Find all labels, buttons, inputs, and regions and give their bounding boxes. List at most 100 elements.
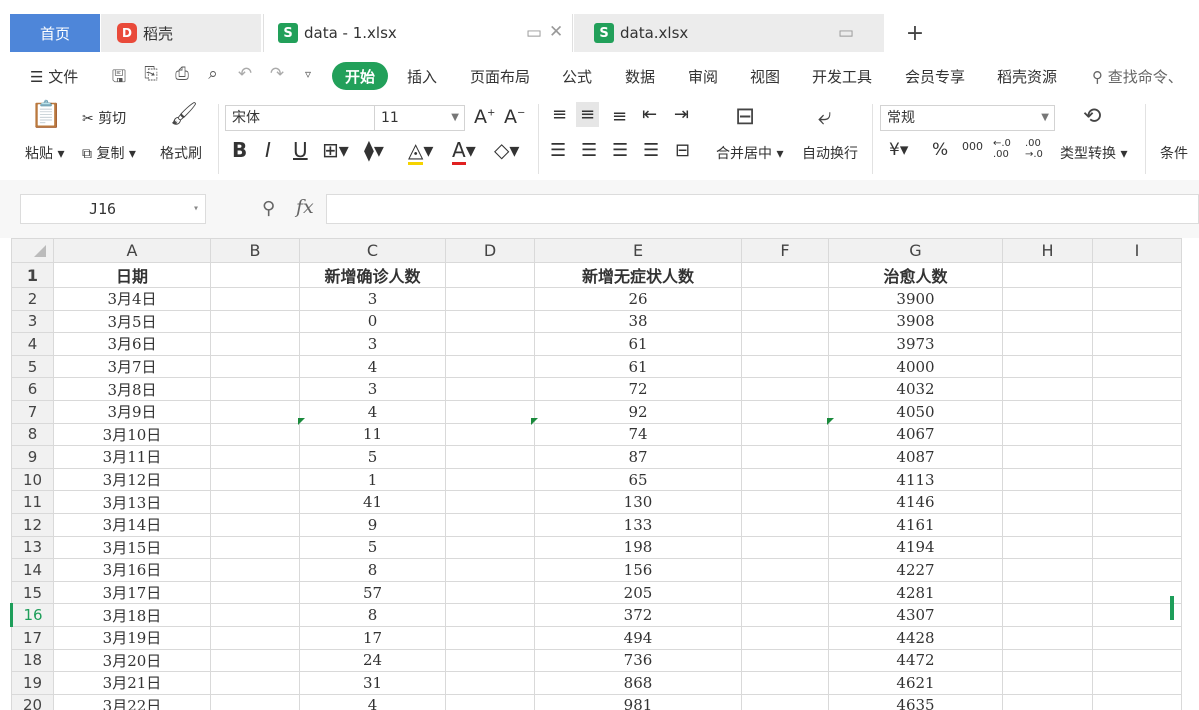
cell[interactable] (445, 445, 535, 469)
cell[interactable] (741, 377, 829, 401)
cell[interactable] (1002, 467, 1093, 492)
cell[interactable] (741, 671, 829, 695)
cell[interactable]: 3月5日 (53, 309, 211, 334)
cell[interactable] (741, 445, 829, 469)
cell[interactable]: 3月20日 (53, 648, 211, 673)
column-header[interactable]: G (828, 238, 1003, 263)
cell[interactable]: 3月8日 (53, 377, 211, 401)
cell[interactable] (210, 377, 300, 401)
row-header[interactable]: 7 (11, 399, 54, 424)
row-header[interactable]: 6 (11, 377, 54, 401)
cell[interactable] (210, 309, 300, 334)
cell[interactable] (445, 625, 535, 650)
tab-home[interactable]: 首页 (10, 14, 100, 52)
tab-start[interactable]: 开始 (332, 62, 388, 90)
row-header[interactable]: 9 (11, 445, 54, 469)
cell[interactable]: 4032 (828, 377, 1003, 401)
cell[interactable]: 3908 (828, 309, 1003, 334)
increase-decimal-icon[interactable]: ←.0.00 (993, 138, 1011, 160)
cell[interactable] (445, 671, 535, 695)
cell[interactable]: 3月18日 (53, 603, 211, 627)
row-header[interactable]: 5 (11, 354, 54, 379)
cell[interactable] (445, 467, 535, 492)
font-name-select[interactable]: 宋体 (225, 105, 375, 131)
cell[interactable]: 61 (534, 354, 742, 379)
cell[interactable] (1092, 309, 1182, 334)
cell[interactable]: 3900 (828, 287, 1003, 311)
cell[interactable] (1092, 671, 1182, 695)
cell[interactable]: 新增无症状人数 (534, 262, 742, 288)
cell[interactable]: 11 (299, 422, 446, 447)
cell[interactable] (210, 558, 300, 582)
clear-icon[interactable]: ◇▾ (494, 138, 519, 162)
align-middle-icon[interactable]: ≡ (576, 102, 600, 127)
italic-button[interactable]: I (265, 138, 271, 162)
cell[interactable]: 3月11日 (53, 445, 211, 469)
cell[interactable]: 26 (534, 287, 742, 311)
cell[interactable] (1002, 377, 1093, 401)
tab-file-data[interactable]: Sdata.xlsx ▭ (574, 14, 884, 52)
cell[interactable]: 868 (534, 671, 742, 695)
save-icon[interactable]: 🖫 (108, 64, 130, 87)
cell[interactable] (210, 512, 300, 537)
convert-icon[interactable]: ⟲ (1083, 104, 1101, 129)
wrap-text-button[interactable]: 自动换行 (802, 143, 858, 163)
cell[interactable]: 72 (534, 377, 742, 401)
cell[interactable]: 3 (299, 377, 446, 401)
cell[interactable]: 130 (534, 490, 742, 514)
cell[interactable]: 3月6日 (53, 332, 211, 356)
cell[interactable] (445, 332, 535, 356)
row-header[interactable]: 16 (10, 603, 54, 627)
tab-data[interactable]: 数据 (625, 66, 655, 87)
cell[interactable]: 3月7日 (53, 354, 211, 379)
cell[interactable] (1092, 490, 1182, 514)
cell[interactable]: 4161 (828, 512, 1003, 537)
cell[interactable]: 4194 (828, 535, 1003, 560)
cell[interactable]: 133 (534, 512, 742, 537)
cell[interactable] (445, 558, 535, 582)
cell[interactable] (741, 262, 829, 288)
thousands-button[interactable]: 000 (962, 140, 983, 153)
cell[interactable]: 736 (534, 648, 742, 673)
export-icon[interactable]: ⎘ (140, 64, 162, 86)
wrap-text-icon[interactable]: ⤶ (818, 102, 831, 130)
cell[interactable]: 3973 (828, 332, 1003, 356)
cell[interactable]: 4227 (828, 558, 1003, 582)
cell[interactable]: 3月19日 (53, 625, 211, 650)
row-header[interactable]: 20 (11, 693, 54, 710)
cell[interactable] (445, 648, 535, 673)
cell[interactable] (741, 332, 829, 356)
cell[interactable] (1092, 354, 1182, 379)
cell[interactable] (741, 287, 829, 311)
cell[interactable] (445, 603, 535, 627)
align-center-icon[interactable]: ☰ (581, 140, 597, 161)
command-search[interactable]: ⚲ 查找命令、 (1092, 66, 1183, 87)
increase-indent-icon[interactable]: ⇥ (674, 104, 689, 125)
border-icon[interactable]: ⊞▾ (322, 138, 349, 162)
cell[interactable]: 4621 (828, 671, 1003, 695)
decrease-font-icon[interactable]: A− (504, 106, 525, 128)
paste-button[interactable]: 粘贴 ▾ (25, 143, 64, 163)
cell[interactable] (1092, 445, 1182, 469)
cell[interactable]: 4 (299, 354, 446, 379)
cell[interactable] (741, 309, 829, 334)
merge-center-button[interactable]: 合并居中 ▾ (716, 143, 783, 163)
cell[interactable]: 17 (299, 625, 446, 650)
cell[interactable]: 9 (299, 512, 446, 537)
cell[interactable]: 3月4日 (53, 287, 211, 311)
pin-icon[interactable]: ▭ (526, 23, 542, 43)
cell[interactable]: 4472 (828, 648, 1003, 673)
cell[interactable]: 3月10日 (53, 422, 211, 447)
row-header[interactable]: 18 (11, 648, 54, 673)
cell[interactable] (445, 354, 535, 379)
cell[interactable] (741, 648, 829, 673)
cell[interactable] (1002, 603, 1093, 627)
close-icon[interactable]: ✕ (549, 22, 563, 42)
fill-color-icon[interactable]: ◬▾ (408, 138, 433, 165)
cell[interactable] (445, 490, 535, 514)
cell[interactable]: 4067 (828, 422, 1003, 447)
cell[interactable] (210, 625, 300, 650)
column-header[interactable]: F (741, 238, 829, 263)
cell[interactable] (741, 535, 829, 560)
column-header[interactable]: E (534, 238, 742, 263)
